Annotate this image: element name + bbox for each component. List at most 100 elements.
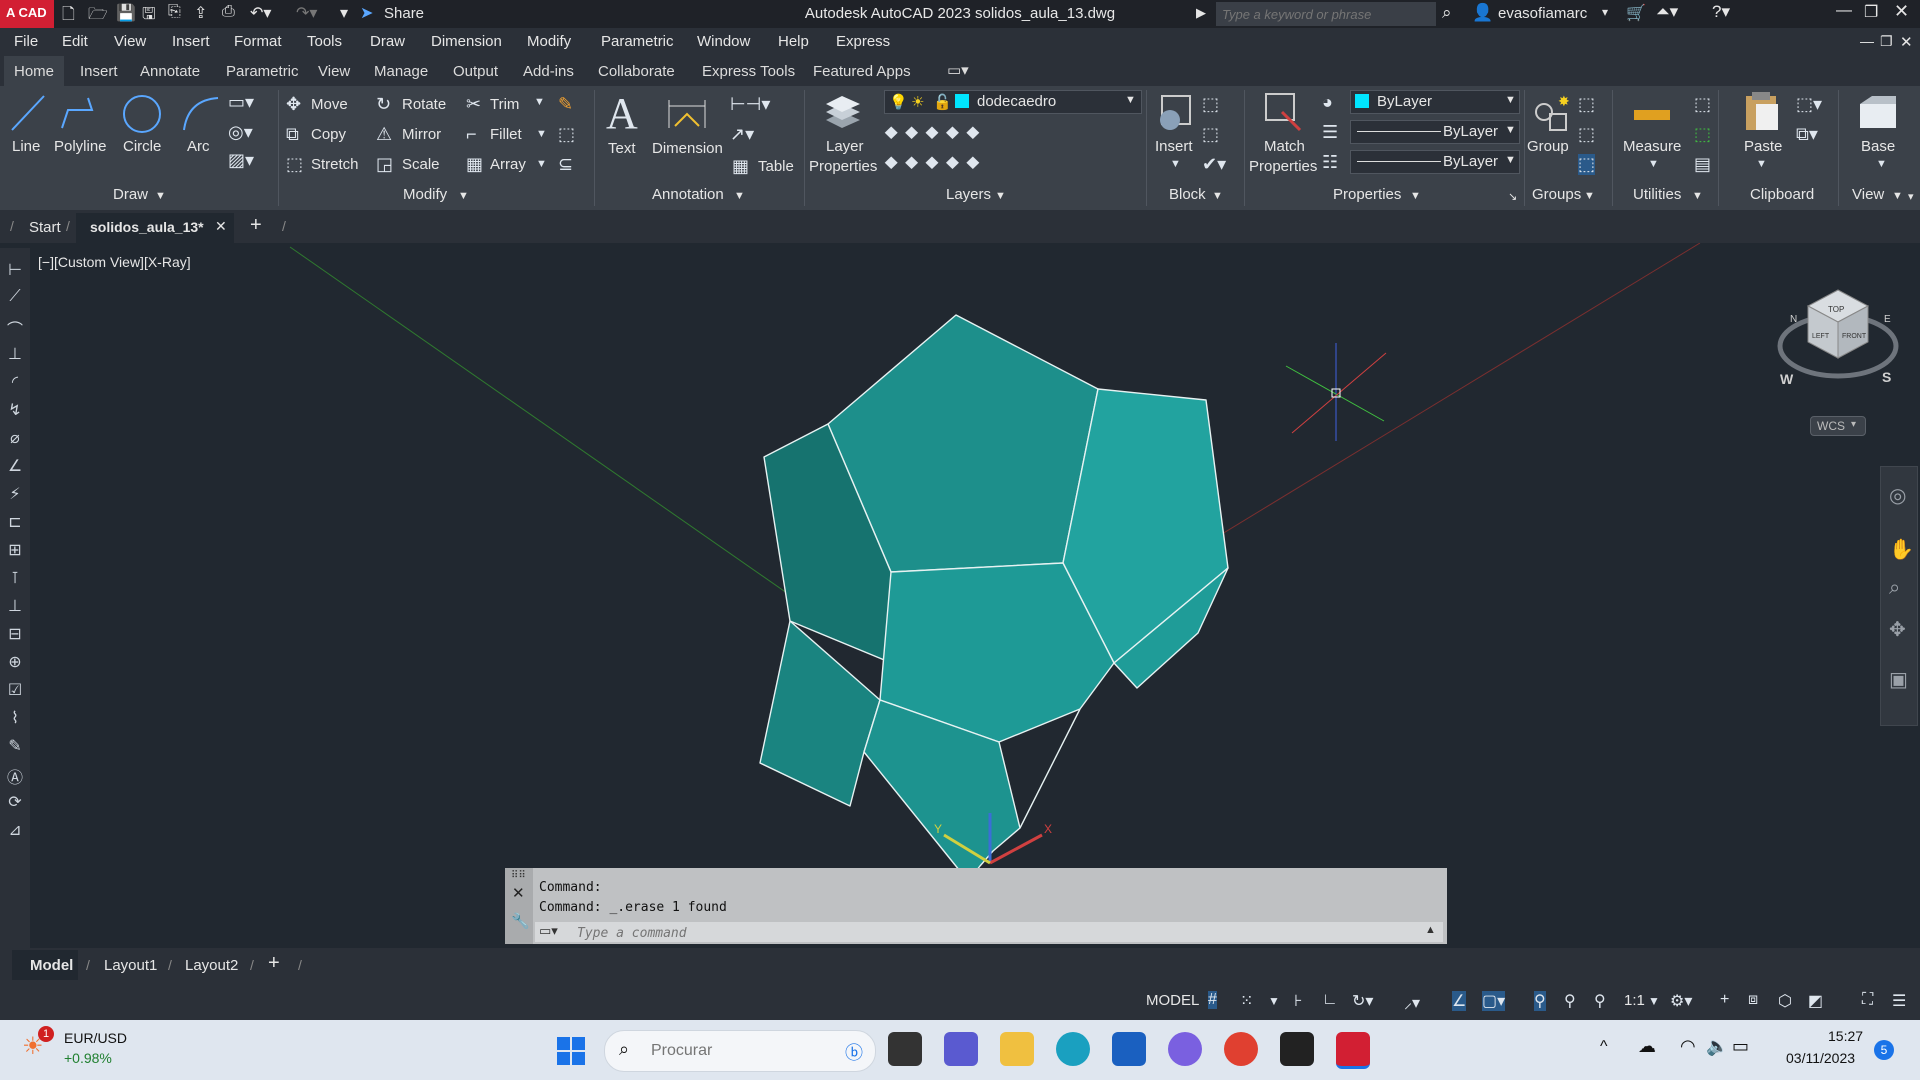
tool-dim-linear-icon[interactable]: ⊢ bbox=[4, 260, 26, 282]
trim-icon[interactable]: ✂ bbox=[466, 94, 481, 115]
fillet-button[interactable]: Fillet bbox=[490, 126, 522, 143]
bing-icon[interactable]: ⓑ bbox=[845, 1039, 863, 1065]
tab-parametric[interactable]: Parametric bbox=[226, 63, 299, 80]
share-button[interactable]: Share bbox=[384, 5, 424, 22]
cart-icon[interactable]: 🛒 bbox=[1626, 3, 1646, 23]
table-icon[interactable]: ▦ bbox=[732, 156, 749, 177]
rectangle-icon[interactable]: ▭▾ bbox=[228, 92, 254, 113]
tab-output[interactable]: Output bbox=[453, 63, 498, 80]
restore-icon[interactable]: ❐ bbox=[1864, 2, 1878, 22]
notification-badge[interactable]: 5 bbox=[1874, 1040, 1894, 1060]
text-icon[interactable]: A bbox=[606, 88, 638, 139]
tool-jogged-linear-icon[interactable]: ⌇ bbox=[4, 708, 26, 730]
customization-menu-icon[interactable]: ☰ bbox=[1892, 991, 1906, 1011]
qat-menu-icon[interactable]: ▾ bbox=[340, 3, 348, 25]
scale-dropdown-icon[interactable]: ▼ bbox=[1648, 994, 1660, 1008]
menu-insert[interactable]: Insert bbox=[172, 33, 210, 50]
close-tab-icon[interactable]: ✕ bbox=[215, 218, 227, 235]
tool-dim-aligned-icon[interactable]: ⟋ bbox=[4, 288, 26, 310]
base-button[interactable]: Base bbox=[1861, 138, 1895, 155]
publish-icon[interactable]: ⇪ bbox=[194, 3, 207, 25]
clock-time[interactable]: 15:27 bbox=[1828, 1028, 1863, 1044]
copy-button[interactable]: Copy bbox=[311, 126, 346, 143]
steering-wheel-icon[interactable]: ◎ bbox=[1889, 483, 1906, 508]
ortho-icon[interactable]: ∟ bbox=[1322, 991, 1338, 1009]
quick-select-icon[interactable]: ⬚ bbox=[1694, 94, 1711, 115]
grip-dots-icon[interactable]: ⠿⠿ bbox=[511, 870, 526, 881]
tool-dim-jogged-icon[interactable]: ↯ bbox=[4, 400, 26, 422]
command-history-toggle-icon[interactable]: ▲ bbox=[1425, 924, 1436, 936]
widget-value[interactable]: +0.98% bbox=[64, 1050, 112, 1066]
user-name[interactable]: evasofiamarc bbox=[1498, 5, 1587, 22]
layer-tools-row1-icon[interactable]: ⯁⯁⯁⯁⯁ bbox=[884, 124, 986, 145]
utilities-expand-icon[interactable]: ▼ bbox=[1692, 190, 1703, 212]
select-all-icon[interactable]: ⬚ bbox=[1694, 124, 1711, 145]
block-panel-title[interactable]: Block bbox=[1169, 186, 1206, 208]
array-icon[interactable]: ▦ bbox=[466, 154, 483, 175]
doc-close-icon[interactable]: ✕ bbox=[1900, 33, 1913, 51]
store-icon[interactable] bbox=[1112, 1032, 1146, 1066]
snap-icon[interactable]: ⁙ bbox=[1240, 991, 1253, 1011]
tab-manage[interactable]: Manage bbox=[374, 63, 428, 80]
chrome-icon[interactable] bbox=[1224, 1032, 1258, 1066]
customize-command-icon[interactable]: 🔧 bbox=[511, 912, 530, 930]
tool-dim-text-edit-icon[interactable]: Ⓐ bbox=[4, 764, 26, 787]
polar-icon[interactable]: ↻▾ bbox=[1352, 991, 1373, 1011]
wifi-icon[interactable]: ◠ bbox=[1680, 1036, 1696, 1057]
text-button[interactable]: Text bbox=[608, 140, 636, 157]
command-prompt-icon[interactable]: ▭▾ bbox=[539, 923, 558, 939]
viewport-label[interactable]: [−][Custom View][X-Ray] bbox=[38, 254, 191, 270]
edge-icon[interactable] bbox=[1056, 1032, 1090, 1066]
block-expand-icon[interactable]: ▼ bbox=[1212, 190, 1223, 212]
menu-file[interactable]: File bbox=[14, 33, 38, 50]
user-icon[interactable]: 👤 bbox=[1472, 3, 1493, 23]
taskbar-search-input[interactable] bbox=[649, 1041, 833, 1061]
base-dropdown-icon[interactable]: ▼ bbox=[1876, 158, 1887, 170]
new-layout-icon[interactable]: + bbox=[268, 952, 280, 975]
mirror-icon[interactable]: ⚠ bbox=[376, 124, 392, 145]
taskbar-search[interactable]: ⌕ ⓑ bbox=[604, 1030, 876, 1072]
tool-tolerance-icon[interactable]: ⊟ bbox=[4, 624, 26, 646]
annotation-visibility-icon[interactable]: ⚲ bbox=[1534, 991, 1546, 1011]
match-properties-label-2[interactable]: Properties bbox=[1249, 158, 1317, 175]
auto-scale-icon[interactable]: ⚲ bbox=[1564, 991, 1576, 1011]
menu-format[interactable]: Format bbox=[234, 33, 282, 50]
export-icon[interactable]: ⎘ bbox=[168, 3, 181, 25]
command-input-bar[interactable]: ▭▾ ▲ bbox=[535, 922, 1443, 943]
tool-quick-dim-icon[interactable]: ⚡ bbox=[4, 484, 26, 506]
group-selection-icon[interactable]: ⬚ bbox=[1578, 154, 1596, 175]
layer-properties-label-2[interactable]: Properties bbox=[809, 158, 877, 175]
expand-arrow-icon[interactable]: ▶ bbox=[1196, 5, 1206, 21]
menu-window[interactable]: Window bbox=[697, 33, 750, 50]
tool-continue-icon[interactable]: ⊞ bbox=[4, 540, 26, 562]
layout2-tab[interactable]: Layout2 bbox=[185, 957, 238, 974]
tool-dim-style-icon[interactable]: ⊿ bbox=[4, 820, 26, 842]
line-button[interactable]: Line bbox=[12, 138, 40, 155]
fillet-dropdown-icon[interactable]: ▼ bbox=[536, 128, 547, 140]
lineweight-icon[interactable]: ☰ bbox=[1322, 122, 1338, 143]
tab-express-tools[interactable]: Express Tools bbox=[702, 63, 795, 80]
help-icon[interactable]: ?▾ bbox=[1712, 2, 1730, 22]
modify-panel-title[interactable]: Modify bbox=[403, 186, 447, 208]
tray-overflow-icon[interactable]: ^ bbox=[1600, 1038, 1608, 1056]
copy-icon[interactable]: ⧉ bbox=[286, 124, 299, 145]
properties-launcher-icon[interactable]: ↘ bbox=[1508, 190, 1517, 212]
tool-center-mark-icon[interactable]: ⊕ bbox=[4, 652, 26, 674]
cut-icon[interactable]: ⬚▾ bbox=[1796, 94, 1822, 115]
measure-button[interactable]: Measure bbox=[1623, 138, 1681, 155]
calculator-icon[interactable]: ▤ bbox=[1694, 154, 1711, 175]
menu-express[interactable]: Express bbox=[836, 33, 890, 50]
circle-icon[interactable] bbox=[120, 92, 164, 136]
measure-dropdown-icon[interactable]: ▼ bbox=[1648, 158, 1659, 170]
polyline-icon[interactable] bbox=[58, 92, 100, 134]
tool-break-icon[interactable]: ⊥ bbox=[4, 596, 26, 618]
scale-button[interactable]: Scale bbox=[402, 156, 440, 173]
annotation-expand-icon[interactable]: ▼ bbox=[734, 190, 745, 212]
dimension-icon[interactable] bbox=[665, 94, 709, 134]
layer-properties-icon[interactable] bbox=[822, 92, 864, 132]
showmotion-icon[interactable]: ▣ bbox=[1889, 667, 1908, 692]
infer-constraints-icon[interactable]: ⊦ bbox=[1294, 991, 1302, 1011]
menu-tools[interactable]: Tools bbox=[307, 33, 342, 50]
layers-expand-icon[interactable]: ▼ bbox=[995, 190, 1006, 212]
edit-attributes-icon[interactable]: ✔▾ bbox=[1202, 154, 1226, 175]
